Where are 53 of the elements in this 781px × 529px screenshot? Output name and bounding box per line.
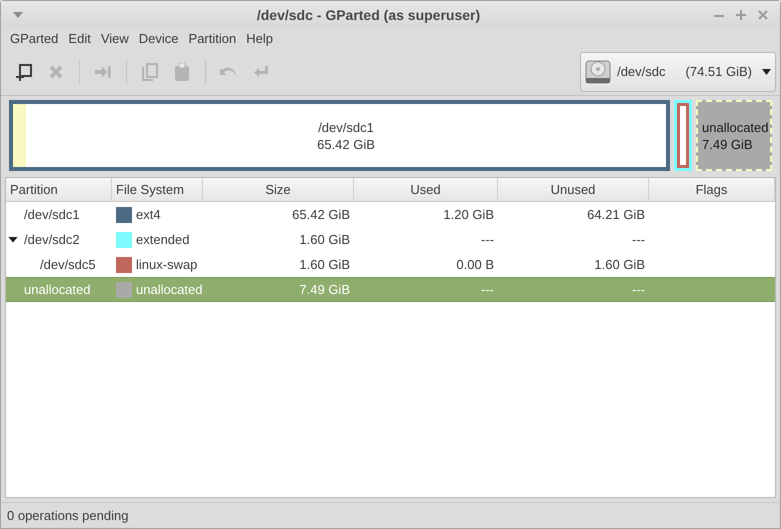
- table-cell-text: ---: [632, 230, 645, 249]
- maximize-icon[interactable]: [736, 10, 746, 20]
- unallocated-block[interactable]: unallocated 7.49 GiB: [696, 100, 772, 171]
- column-header[interactable]: Partition: [6, 178, 112, 201]
- column-header[interactable]: Unused: [498, 178, 649, 201]
- table-cell-text: linux-swap: [136, 256, 198, 274]
- table-cell-text: ext4: [136, 206, 161, 224]
- hard-drive-icon: [585, 59, 612, 85]
- column-header[interactable]: Size: [203, 178, 354, 201]
- table-cell-text: 7.49 GiB: [299, 280, 350, 299]
- table-cell-text: 1.60 GiB: [299, 230, 350, 249]
- table-cell-text: ---: [481, 280, 494, 299]
- menu-item[interactable]: Device: [134, 29, 184, 49]
- table-cell-text: 1.60 GiB: [299, 256, 350, 274]
- partition-name: unallocated: [702, 118, 770, 136]
- logical-partition-block[interactable]: [677, 103, 689, 168]
- status-text: 0 operations pending: [7, 506, 128, 525]
- device-size: (74.51 GiB): [686, 63, 752, 82]
- device-name: /dev/sdc: [617, 63, 666, 82]
- window-title: /dev/sdc - GParted (as superuser): [256, 6, 480, 25]
- new-partition-icon[interactable]: [15, 63, 33, 81]
- table-cell-text: unallocated: [24, 280, 90, 299]
- table-cell-text: 1.20 GiB: [443, 206, 494, 224]
- table-cell-text: /dev/sdc1: [24, 206, 80, 224]
- table-cell-text: /dev/sdc2: [24, 230, 80, 249]
- window-menu-icon[interactable]: [13, 12, 23, 18]
- table-cell-text: 65.42 GiB: [292, 206, 350, 224]
- table-cell-text: 1.60 GiB: [594, 256, 645, 274]
- partition-row[interactable]: /dev/sdc5 linux-swap 1.60 GiB 0.00 B 1.60 GiB: [6, 252, 775, 277]
- partition-block[interactable]: /dev/sdc1 65.42 GiB: [9, 100, 670, 171]
- table-cell-text: 64.21 GiB: [587, 206, 645, 224]
- table-cell-text: 0.00 B: [456, 256, 494, 274]
- partition-row[interactable]: /dev/sdc1 ext4 65.42 GiB 1.20 GiB 64.21 GiB: [6, 202, 775, 227]
- partition-name: /dev/sdc1: [318, 118, 374, 136]
- extended-partition-block[interactable]: [674, 100, 692, 171]
- menu-item[interactable]: GParted: [5, 29, 64, 49]
- column-header[interactable]: Used: [354, 178, 498, 201]
- table-cell-text: unallocated: [136, 280, 202, 299]
- partition-size: 65.42 GiB: [317, 136, 375, 152]
- table-cell-text: extended: [136, 230, 190, 249]
- column-header[interactable]: Flags: [649, 178, 775, 201]
- menu-item[interactable]: Edit: [63, 29, 96, 49]
- table-cell-text: /dev/sdc5: [40, 256, 96, 274]
- menu-item[interactable]: Help: [241, 29, 278, 49]
- partition-size: 7.49 GiB: [702, 136, 754, 152]
- menu-item[interactable]: Partition: [184, 29, 242, 49]
- table-cell-text: ---: [632, 280, 645, 299]
- table-cell-text: ---: [481, 230, 494, 249]
- close-icon[interactable]: [758, 10, 768, 20]
- device-selector[interactable]: /dev/sdc (74.51 GiB): [580, 52, 776, 92]
- menu-item[interactable]: View: [96, 29, 134, 49]
- partition-row[interactable]: /dev/sdc2 extended 1.60 GiB --- ---: [6, 227, 775, 252]
- column-header[interactable]: File System: [112, 178, 203, 201]
